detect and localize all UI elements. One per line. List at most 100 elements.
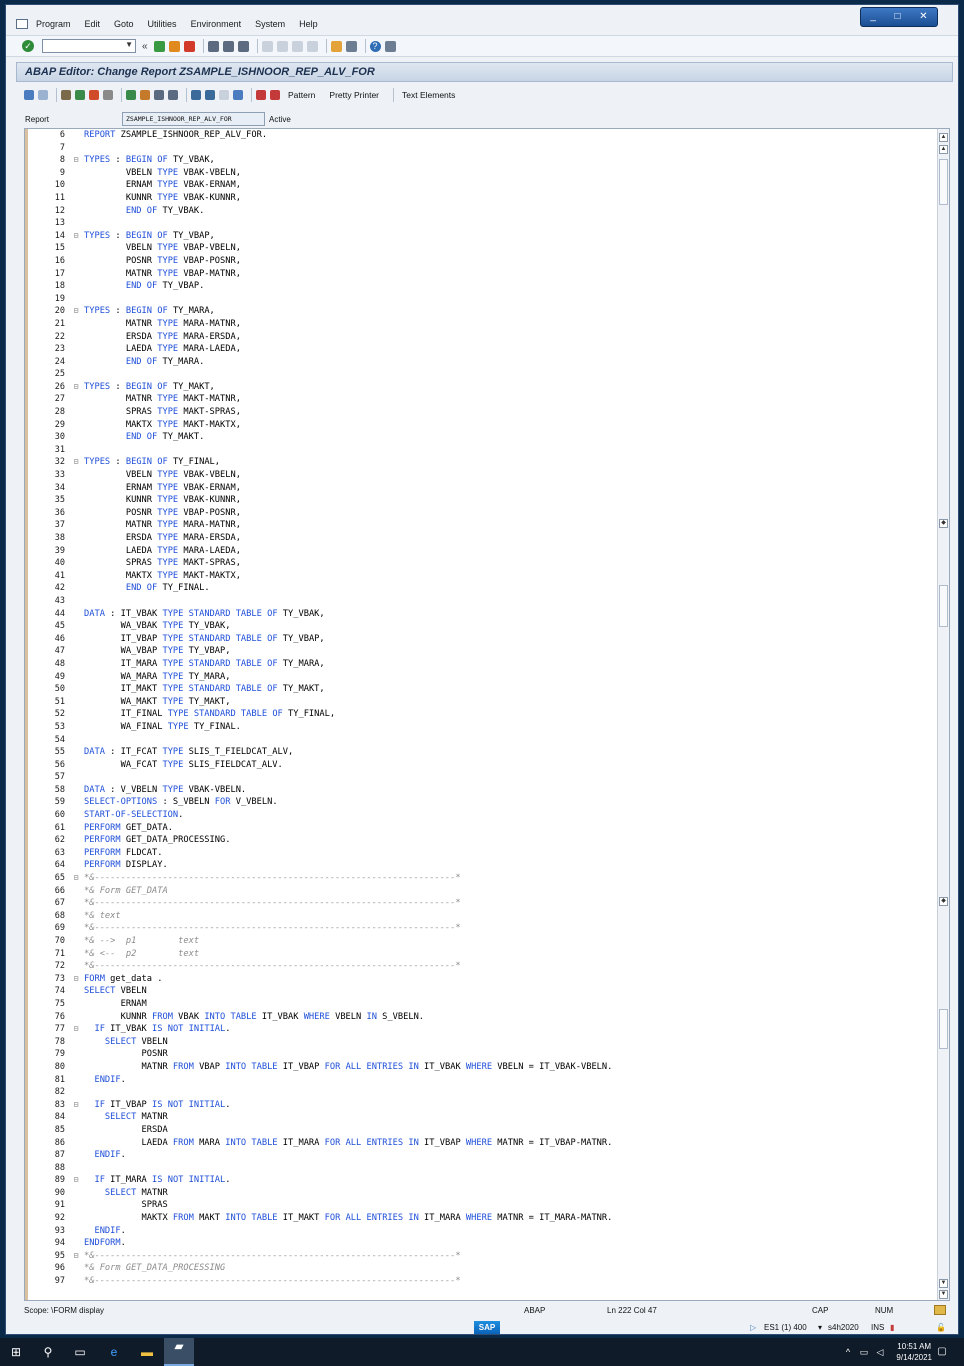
code-text[interactable]: WA_VBAK TYPE TY_VBAK, bbox=[84, 620, 935, 633]
code-text[interactable] bbox=[84, 142, 935, 155]
insert-icon[interactable] bbox=[205, 90, 215, 100]
code-line[interactable]: 65 ⊟ *&-----------------------------------… bbox=[25, 872, 935, 885]
report-name-field[interactable]: ZSAMPLE_ISHNOOR_REP_ALV_FOR bbox=[122, 112, 265, 126]
code-text[interactable] bbox=[84, 217, 935, 230]
code-line[interactable]: 36 POSNR TYPE VBAP-POSNR, bbox=[25, 507, 935, 520]
code-line[interactable]: 17 MATNR TYPE VBAP-MATNR, bbox=[25, 268, 935, 281]
code-text[interactable]: LAEDA FROM MARA INTO TABLE IT_MARA FOR A… bbox=[84, 1137, 935, 1150]
code-text[interactable]: VBELN TYPE VBAK-VBELN, bbox=[84, 469, 935, 482]
menu-environment[interactable]: Environment bbox=[191, 19, 242, 29]
help-icon[interactable]: ? bbox=[369, 40, 381, 52]
code-line[interactable]: 33 VBELN TYPE VBAK-VBELN, bbox=[25, 469, 935, 482]
code-text[interactable]: ENDFORM. bbox=[84, 1237, 935, 1250]
code-line[interactable]: 21 MATNR TYPE MARA-MATNR, bbox=[25, 318, 935, 331]
code-line[interactable]: 46 IT_VBAP TYPE STANDARD TABLE OF TY_VBA… bbox=[25, 633, 935, 646]
code-line[interactable]: 50 IT_MAKT TYPE STANDARD TABLE OF TY_MAK… bbox=[25, 683, 935, 696]
code-text[interactable]: TYPES : BEGIN OF TY_VBAK, bbox=[84, 154, 935, 167]
code-line[interactable]: 29 MAKTX TYPE MAKT-MAKTX, bbox=[25, 419, 935, 432]
chevron-down-icon[interactable]: ▼ bbox=[125, 40, 133, 49]
code-line[interactable]: 14 ⊟ TYPES : BEGIN OF TY_VBAP, bbox=[25, 230, 935, 243]
code-line[interactable]: 12 END OF TY_VBAK. bbox=[25, 205, 935, 218]
edge-icon[interactable]: e bbox=[106, 1344, 122, 1360]
code-line[interactable]: 68 *& text bbox=[25, 910, 935, 923]
code-text[interactable]: IT_VBAP TYPE STANDARD TABLE OF TY_VBAP, bbox=[84, 633, 935, 646]
scroll-down-icon[interactable]: ▼ bbox=[939, 1290, 948, 1299]
menu-help[interactable]: Help bbox=[299, 19, 318, 29]
code-line[interactable]: 18 END OF TY_VBAP. bbox=[25, 280, 935, 293]
fold-toggle-icon[interactable]: ⊟ bbox=[68, 230, 84, 243]
fold-toggle-icon[interactable]: ⊟ bbox=[68, 973, 84, 986]
code-line[interactable]: 34 ERNAM TYPE VBAK-ERNAM, bbox=[25, 482, 935, 495]
code-text[interactable]: SELECT MATNR bbox=[84, 1187, 935, 1200]
new-session-icon[interactable] bbox=[330, 40, 342, 52]
code-line[interactable]: 72 *&------------------------------------… bbox=[25, 960, 935, 973]
code-lines[interactable]: 6 REPORT ZSAMPLE_ISHNOOR_REP_ALV_FOR. 7 8 ⊟ T… bbox=[25, 129, 935, 1288]
code-text[interactable]: WA_VBAP TYPE TY_VBAP, bbox=[84, 645, 935, 658]
fold-toggle-icon[interactable]: ⊟ bbox=[68, 456, 84, 469]
code-line[interactable]: 63 PERFORM FLDCAT. bbox=[25, 847, 935, 860]
code-text[interactable]: SPRAS TYPE MAKT-SPRAS, bbox=[84, 557, 935, 570]
code-text[interactable]: ENDIF. bbox=[84, 1074, 935, 1087]
code-line[interactable]: 43 bbox=[25, 595, 935, 608]
code-text[interactable]: IF IT_VBAP IS NOT INITIAL. bbox=[84, 1099, 935, 1112]
layout-menu-icon[interactable] bbox=[384, 40, 396, 52]
code-line[interactable]: 84 SELECT MATNR bbox=[25, 1111, 935, 1124]
code-line[interactable]: 60 START-OF-SELECTION. bbox=[25, 809, 935, 822]
code-text[interactable]: ERNAM TYPE VBAK-ERNAM, bbox=[84, 179, 935, 192]
code-line[interactable]: 22 ERSDA TYPE MARA-ERSDA, bbox=[25, 331, 935, 344]
display-change-icon[interactable] bbox=[61, 90, 71, 100]
code-text[interactable] bbox=[84, 734, 935, 747]
code-line[interactable]: 91 SPRAS bbox=[25, 1199, 935, 1212]
code-line[interactable]: 57 bbox=[25, 771, 935, 784]
code-text[interactable]: KUNNR FROM VBAK INTO TABLE IT_VBAK WHERE… bbox=[84, 1011, 935, 1024]
code-line[interactable]: 75 ERNAM bbox=[25, 998, 935, 1011]
code-line[interactable]: 78 SELECT VBELN bbox=[25, 1036, 935, 1049]
menu-program[interactable]: Program bbox=[36, 19, 71, 29]
code-line[interactable]: 80 MATNR FROM VBAP INTO TABLE IT_VBAP FO… bbox=[25, 1061, 935, 1074]
tray-chevron-icon[interactable]: ^ bbox=[840, 1344, 856, 1360]
code-text[interactable]: TYPES : BEGIN OF TY_MAKT, bbox=[84, 381, 935, 394]
play-icon[interactable]: ▷ bbox=[750, 1323, 756, 1332]
code-text[interactable]: SELECT VBELN bbox=[84, 1036, 935, 1049]
last-page-icon[interactable] bbox=[306, 40, 318, 52]
code-line[interactable]: 19 bbox=[25, 293, 935, 306]
code-text[interactable]: ENDIF. bbox=[84, 1225, 935, 1238]
first-page-icon[interactable] bbox=[261, 40, 273, 52]
code-text[interactable] bbox=[84, 1086, 935, 1099]
code-text[interactable]: PERFORM GET_DATA_PROCESSING. bbox=[84, 834, 935, 847]
code-text[interactable]: MAKTX TYPE MAKT-MAKTX, bbox=[84, 570, 935, 583]
scroll-down-icon[interactable]: ▼ bbox=[939, 1279, 948, 1288]
code-line[interactable]: 73 ⊟ FORM get_data . bbox=[25, 973, 935, 986]
code-text[interactable] bbox=[84, 368, 935, 381]
code-text[interactable] bbox=[84, 444, 935, 457]
code-line[interactable]: 79 POSNR bbox=[25, 1048, 935, 1061]
code-text[interactable]: *&--------------------------------------… bbox=[84, 960, 935, 973]
breakpoint-icon[interactable] bbox=[270, 90, 280, 100]
session-info[interactable]: ES1 (1) 400 bbox=[764, 1323, 807, 1332]
code-text[interactable]: MATNR FROM VBAP INTO TABLE IT_VBAP FOR A… bbox=[84, 1061, 935, 1074]
code-text[interactable]: FORM get_data . bbox=[84, 973, 935, 986]
code-line[interactable]: 9 VBELN TYPE VBAK-VBELN, bbox=[25, 167, 935, 180]
fold-toggle-icon[interactable]: ⊟ bbox=[68, 154, 84, 167]
code-text[interactable] bbox=[84, 293, 935, 306]
code-line[interactable]: 11 KUNNR TYPE VBAK-KUNNR, bbox=[25, 192, 935, 205]
collapse-icon[interactable]: « bbox=[142, 41, 148, 52]
scroll-up-icon[interactable]: ▲ bbox=[939, 133, 948, 142]
volume-icon[interactable]: ◁ bbox=[872, 1344, 888, 1360]
code-line[interactable]: 16 POSNR TYPE VBAP-POSNR, bbox=[25, 255, 935, 268]
chevron-down-icon[interactable]: ▾ bbox=[818, 1323, 822, 1332]
activate-icon[interactable] bbox=[126, 90, 136, 100]
code-line[interactable]: 24 END OF TY_MARA. bbox=[25, 356, 935, 369]
code-line[interactable]: 6 REPORT ZSAMPLE_ISHNOOR_REP_ALV_FOR. bbox=[25, 129, 935, 142]
code-text[interactable]: *&--------------------------------------… bbox=[84, 1250, 935, 1263]
code-text[interactable]: ERSDA TYPE MARA-ERSDA, bbox=[84, 532, 935, 545]
code-line[interactable]: 45 WA_VBAK TYPE TY_VBAK, bbox=[25, 620, 935, 633]
code-line[interactable]: 69 *&------------------------------------… bbox=[25, 922, 935, 935]
code-line[interactable]: 70 *& --> p1 text bbox=[25, 935, 935, 948]
code-text[interactable]: ERSDA bbox=[84, 1124, 935, 1137]
code-line[interactable]: 25 bbox=[25, 368, 935, 381]
code-text[interactable]: DATA : IT_VBAK TYPE STANDARD TABLE OF TY… bbox=[84, 608, 935, 621]
code-text[interactable]: SELECT VBELN bbox=[84, 985, 935, 998]
shortcut-icon[interactable] bbox=[345, 40, 357, 52]
fold-toggle-icon[interactable]: ⊟ bbox=[68, 305, 84, 318]
